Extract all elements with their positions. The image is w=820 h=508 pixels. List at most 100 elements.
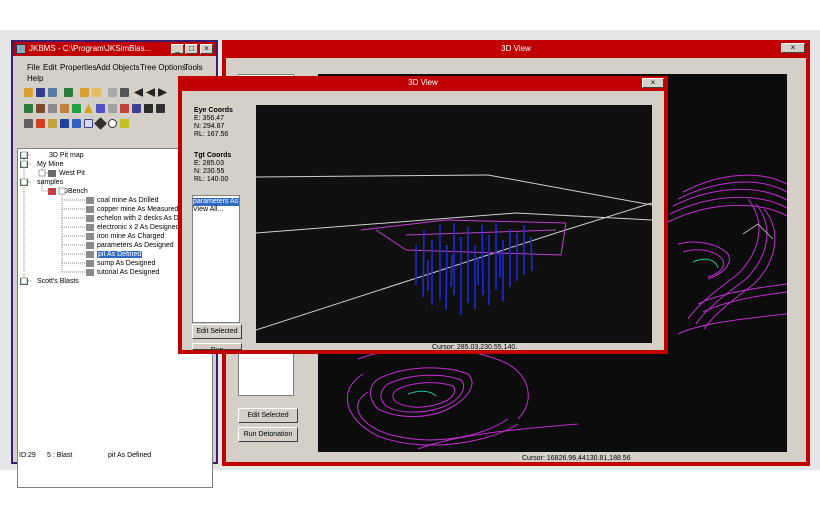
tree-item[interactable]: electronic x 2 As Designed: [86, 223, 180, 232]
pit-icon: [48, 169, 56, 177]
save-icon[interactable]: [36, 88, 45, 97]
menu-file[interactable]: File: [27, 63, 40, 72]
tree-item[interactable]: iron mine As Charged: [86, 232, 164, 241]
next-icon[interactable]: [158, 88, 167, 97]
edit-selected-button[interactable]: Edit Selected: [192, 324, 242, 339]
tree-item[interactable]: 3D Pit map: [20, 151, 84, 160]
layer-icon[interactable]: [60, 119, 69, 128]
link-icon[interactable]: [48, 104, 57, 113]
leaf-icon[interactable]: [72, 104, 81, 113]
status-type: 5 : Blast: [47, 452, 73, 459]
page-icon[interactable]: [156, 104, 165, 113]
menu-tree-options[interactable]: Tree Options: [140, 63, 186, 72]
tgt-rl-value: RL: 140.00: [194, 176, 229, 183]
small-view-client: Eye Coords E: 356.47 N: 294.87 RL: 167.5…: [182, 91, 664, 351]
run-detonation-button[interactable]: Run Detonation: [192, 343, 242, 350]
pit-map-icon: [20, 151, 28, 159]
prev-icon[interactable]: [146, 88, 155, 97]
first-icon[interactable]: [134, 88, 143, 97]
eye-e-value: E: 356.47: [194, 115, 224, 122]
tree-item[interactable]: 2DBench: [48, 187, 88, 196]
mine-icon: [20, 160, 28, 168]
hash-icon[interactable]: [144, 104, 153, 113]
pin-icon[interactable]: [120, 119, 129, 128]
minimize-button[interactable]: _: [171, 44, 184, 54]
small-view-title-bar[interactable]: 3D View ×: [178, 76, 668, 90]
blast-icon: [86, 205, 94, 213]
small-view-title: 3D View: [408, 78, 438, 87]
tree-item[interactable]: Scott's Blasts: [20, 277, 79, 286]
blast-icon: [86, 196, 94, 204]
tgt-e-value: E: 285.03: [194, 160, 224, 167]
tree-item[interactable]: parameters As Designed: [86, 241, 174, 250]
circle-icon[interactable]: [108, 119, 117, 128]
maximize-button[interactable]: □: [185, 44, 198, 54]
blast-icon: [86, 232, 94, 240]
big-view-title-bar[interactable]: 3D View ×: [222, 40, 810, 57]
blast-icon: [86, 259, 94, 267]
run-detonation-button[interactable]: Run Detonation: [238, 427, 298, 442]
eye-n-value: N: 294.87: [194, 123, 225, 130]
mine-icon[interactable]: [64, 88, 73, 97]
diamond-shape-icon[interactable]: [94, 117, 107, 130]
small-3d-canvas[interactable]: [255, 105, 653, 343]
sequence-icon[interactable]: [48, 119, 57, 128]
eye-coords-panel: Eye Coords E: 356.47 N: 294.87 RL: 167.5…: [194, 107, 233, 139]
graph-icon[interactable]: [132, 104, 141, 113]
bench-render: [255, 174, 653, 331]
folder-icon[interactable]: [80, 88, 89, 97]
list-item[interactable]: View All...: [193, 206, 239, 214]
tree-item[interactable]: copper mine As Measured: [86, 205, 178, 214]
print-icon[interactable]: [48, 88, 57, 97]
samples-icon: [20, 178, 28, 186]
tree-item[interactable]: tutorial As Designed: [86, 268, 159, 277]
diamond-icon[interactable]: [96, 104, 105, 113]
folder-open-icon[interactable]: [92, 88, 101, 97]
main-title-bar[interactable]: JKBMS - C:\Program\JKSimBlas... _ □ ×: [13, 42, 216, 56]
tgt-n-value: N: 230.55: [194, 168, 225, 175]
close-button[interactable]: ×: [200, 44, 213, 54]
folder-icon: [20, 277, 28, 285]
tgt-coords-heading: Tgt Coords: [194, 152, 232, 159]
delete-icon[interactable]: [108, 88, 117, 97]
tree-item[interactable]: My Mine: [20, 160, 63, 169]
tree-item[interactable]: samples: [20, 178, 63, 187]
report-icon[interactable]: [24, 119, 33, 128]
menu-help[interactable]: Help: [27, 74, 43, 83]
status-name: pit As Defined: [108, 452, 152, 459]
tree-item[interactable]: sump As Designed: [86, 259, 155, 268]
blast-icon[interactable]: [36, 104, 45, 113]
menu-edit[interactable]: Edit: [43, 63, 57, 72]
close-button[interactable]: ×: [642, 78, 664, 88]
small-view-cursor-readout: Cursor: 285.03,230.55,140.: [432, 344, 518, 351]
close-button[interactable]: ×: [781, 43, 805, 53]
charge-icon[interactable]: [60, 104, 69, 113]
line-icon[interactable]: [72, 119, 81, 128]
bench-icon: [48, 187, 56, 195]
list-item-selected[interactable]: parameters As D: [193, 198, 239, 206]
tree-item-selected[interactable]: pit As Defined: [86, 250, 143, 259]
flag-icon[interactable]: [120, 104, 129, 113]
menu-tools[interactable]: Tools: [184, 63, 203, 72]
run-icon[interactable]: [120, 88, 129, 97]
menu-add-objects[interactable]: Add Objects: [96, 63, 140, 72]
edit-selected-button[interactable]: Edit Selected: [238, 408, 298, 423]
tgt-coords-panel: Tgt Coords E: 285.03 N: 230.55 RL: 140.0…: [194, 152, 231, 184]
blast-icon: [86, 214, 94, 222]
big-view-title: 3D View: [501, 44, 531, 53]
eye-rl-value: RL: 167.56: [194, 131, 229, 138]
menu-properties[interactable]: Properties: [60, 63, 96, 72]
tool-icon[interactable]: [108, 104, 117, 113]
warning-icon[interactable]: [84, 104, 93, 113]
tree-item[interactable]: West Pit: [48, 169, 85, 178]
tree-item[interactable]: coal mine As Drilled: [86, 196, 158, 205]
open-icon[interactable]: [24, 88, 33, 97]
big-view-cursor-readout: Cursor: 16826.96,44130.81,188.56: [522, 455, 631, 462]
small-view-object-list[interactable]: parameters As D View All...: [192, 195, 240, 323]
bench-icon[interactable]: [24, 104, 33, 113]
blast-holes: [415, 223, 533, 315]
small-3d-view-window: 3D View × Eye Coords E: 356.47 N: 294.87…: [178, 76, 668, 354]
shape-icon[interactable]: [84, 119, 93, 128]
fire-icon[interactable]: [36, 119, 45, 128]
blast-icon: [86, 268, 94, 276]
